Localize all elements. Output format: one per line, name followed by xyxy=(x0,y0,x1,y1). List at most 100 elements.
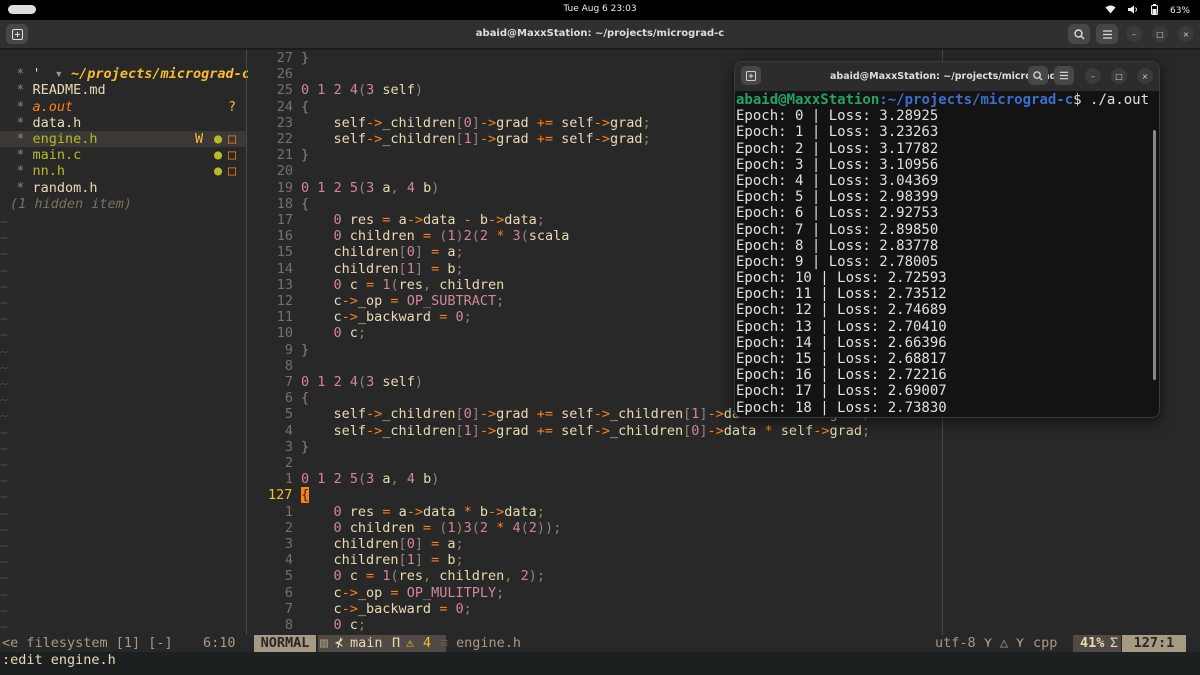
tilde-marker: ~ xyxy=(0,295,9,311)
tilde-marker: ~ xyxy=(0,505,9,522)
line-number: 23 xyxy=(276,114,293,131)
cursor: { xyxy=(301,487,310,504)
lines-icon: Σ xyxy=(1110,635,1119,651)
line-number: 3 xyxy=(284,438,293,455)
line-number: 27 xyxy=(276,50,293,66)
code-line[interactable]: 0 1 2 4(3 self) xyxy=(301,374,423,390)
code-line[interactable]: children[1] = b; xyxy=(301,552,464,568)
tree-item[interactable]: * nn.h ● □ xyxy=(0,163,246,179)
tree-item[interactable]: * data.h xyxy=(0,115,246,131)
tilde-marker: ~ xyxy=(0,359,9,376)
code-line[interactable]: children[0] = a; xyxy=(301,244,464,260)
code-line[interactable]: } xyxy=(301,342,309,358)
tilde-marker: ~ xyxy=(0,457,9,473)
tree-item[interactable]: * random.h xyxy=(0,180,246,196)
terminal-window[interactable]: abaid@MaxxStation: ~/projects/micrograd-… xyxy=(734,61,1160,418)
search-button[interactable] xyxy=(1068,24,1090,44)
tilde-marker: ~ xyxy=(0,473,9,490)
code-line[interactable]: { xyxy=(301,487,310,504)
line-number: 22 xyxy=(276,131,293,147)
code-line[interactable]: self->_children[1]->grad += self->grad; xyxy=(301,131,651,147)
code-line[interactable]: { xyxy=(301,390,309,406)
terminal-line: Epoch: 3 | Loss: 3.10956 xyxy=(736,156,939,173)
tilde-marker: ~ xyxy=(0,343,9,360)
code-line[interactable]: 0 res = a->data - b->data; xyxy=(301,212,545,228)
code-line[interactable]: 0 children = (1)3(2 * 4(2)); xyxy=(301,520,562,536)
tilde-marker: ~ xyxy=(0,376,9,392)
terminal-close-button[interactable]: × xyxy=(1137,68,1153,84)
file-bullet-icon: * xyxy=(0,131,33,147)
file-bullet-icon: * xyxy=(0,66,33,83)
code-line[interactable]: self->_children[0]->grad += self->grad; xyxy=(301,115,651,131)
code-line[interactable]: 0 res = a->data * b->data; xyxy=(301,504,545,520)
code-line[interactable]: c->_op = OP_MULITPLY; xyxy=(301,585,505,601)
code-line[interactable]: c->_backward = 0; xyxy=(301,309,472,325)
tilde-marker: ~ xyxy=(0,246,9,263)
terminal-scrollbar[interactable] xyxy=(1153,130,1156,380)
tree-item[interactable]: * a.out? xyxy=(0,99,246,115)
terminal-line: Epoch: 1 | Loss: 3.23263 xyxy=(736,124,939,141)
code-line[interactable]: c->_op = OP_SUBTRACT; xyxy=(301,293,505,309)
tree-item[interactable]: * ' xyxy=(0,66,246,82)
minimize-icon: – xyxy=(1132,29,1136,39)
minimize-button[interactable]: – xyxy=(1126,26,1142,42)
code-line[interactable]: 0 1 2 5(3 a, 4 b) xyxy=(301,471,439,487)
terminal-line: Epoch: 9 | Loss: 2.78005 xyxy=(736,253,939,270)
terminal-line: Epoch: 5 | Loss: 2.98399 xyxy=(736,189,939,206)
system-tray[interactable]: 63% xyxy=(1105,4,1190,18)
code-line[interactable]: 0 c; xyxy=(301,325,367,341)
tilde-marker: ~ xyxy=(0,570,9,587)
terminal-output[interactable]: abaid@MaxxStation:~/projects/micrograd-c… xyxy=(735,92,1159,417)
file-type-icon: ≡ xyxy=(440,635,449,651)
line-number: 5 xyxy=(284,406,293,423)
terminal-menu-button[interactable] xyxy=(1054,66,1074,85)
terminal-maximize-button[interactable]: □ xyxy=(1111,68,1127,84)
code-line[interactable]: 0 1 2 5(3 a, 4 b) xyxy=(301,180,439,196)
tilde-marker: ~ xyxy=(0,278,9,295)
code-line[interactable]: { xyxy=(301,99,309,115)
clock[interactable]: Tue Aug 6 23:03 xyxy=(0,4,1200,14)
tree-item[interactable]: * README.md xyxy=(0,82,246,98)
code-line[interactable]: 0 1 2 4(3 self) xyxy=(301,82,423,98)
terminal-line: Epoch: 13 | Loss: 2.70410 xyxy=(736,318,947,335)
maximize-button[interactable]: □ xyxy=(1152,26,1168,42)
terminal-search-button[interactable] xyxy=(1028,66,1048,85)
code-line[interactable]: self->_children[1]->grad += self->_child… xyxy=(301,423,871,439)
tilde-marker: ~ xyxy=(0,619,9,635)
code-line[interactable]: children[1] = b; xyxy=(301,261,464,277)
file-tree-pane[interactable]: ▾ ~/projects/micrograd-c * ' * README.md… xyxy=(0,50,250,635)
tilde-marker: ~ xyxy=(0,440,9,457)
terminal-minimize-button[interactable]: – xyxy=(1085,68,1101,84)
git-branch: main xyxy=(350,635,383,651)
line-number: 3 xyxy=(284,536,293,552)
line-number: 6 xyxy=(284,390,293,407)
line-number: 4 xyxy=(284,422,293,439)
close-button[interactable]: × xyxy=(1178,26,1194,42)
tilde-marker: ~ xyxy=(0,214,9,230)
code-line[interactable]: } xyxy=(301,50,309,66)
command-line[interactable]: :edit engine.h xyxy=(0,652,1200,675)
code-line[interactable]: 0 children = (1)2(2 * 3(scala xyxy=(301,228,570,244)
tree-item[interactable]: * main.c ● □ xyxy=(0,147,246,163)
code-line[interactable]: 0 c; xyxy=(301,617,367,633)
git-branch-icon: ⊀ xyxy=(335,635,344,651)
diagnostics-icon: Π xyxy=(392,635,401,651)
code-line[interactable]: } xyxy=(301,439,309,455)
code-line[interactable]: children[0] = a; xyxy=(301,536,464,552)
hidden-items-note: (1 hidden item) xyxy=(10,196,132,212)
code-line[interactable]: } xyxy=(301,147,309,163)
code-line[interactable]: { xyxy=(301,196,309,212)
tree-root[interactable]: ▾ ~/projects/micrograd-c xyxy=(6,50,250,82)
file-bullet-icon: * xyxy=(0,114,33,131)
menu-button[interactable] xyxy=(1096,24,1118,44)
code-line[interactable]: 0 c = 1(res, children xyxy=(301,277,505,293)
code-line[interactable]: c->_backward = 0; xyxy=(301,601,472,617)
code-line[interactable]: 0 c = 1(res, children, 2); xyxy=(301,568,545,584)
file-bullet-icon: * xyxy=(0,147,33,164)
scroll-percent: 41% xyxy=(1080,635,1105,651)
maximize-icon: □ xyxy=(1115,71,1123,81)
line-number: 21 xyxy=(276,147,293,164)
tree-cursor-position: 6:10 xyxy=(203,635,236,651)
tilde-marker: ~ xyxy=(0,327,9,344)
tree-item[interactable]: * engine.h W ● □ xyxy=(0,131,246,147)
